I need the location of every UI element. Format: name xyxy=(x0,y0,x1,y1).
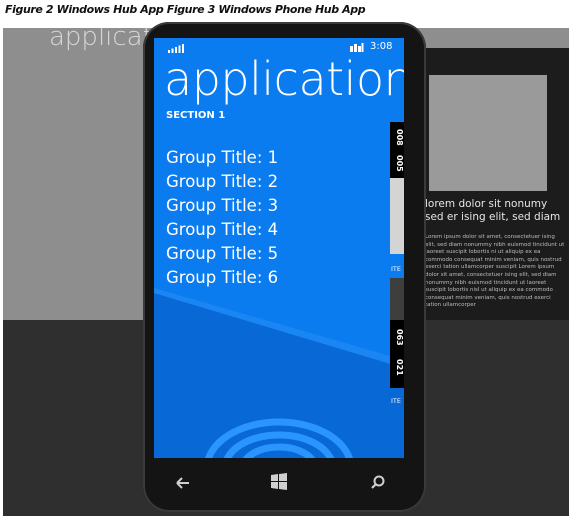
phone-nav-bar xyxy=(154,462,404,502)
start-button[interactable] xyxy=(266,470,292,494)
back-button[interactable] xyxy=(168,472,198,494)
group-title-item[interactable]: Group Title: 6 xyxy=(166,268,278,287)
search-button[interactable] xyxy=(366,472,390,494)
next-section-peek[interactable]: 008 005 ITE 063 021 xyxy=(390,122,404,390)
peek-item-label: ITE xyxy=(391,397,401,405)
hub-item-image[interactable] xyxy=(429,75,547,191)
hub-item-description: Lorem ipsum dolor sit amet, consectetuer… xyxy=(425,234,565,309)
peek-number: 008 xyxy=(395,128,404,146)
peek-number: 021 xyxy=(395,358,404,376)
group-title-item[interactable]: Group Title: 2 xyxy=(166,172,278,191)
group-title-item[interactable]: Group Title: 4 xyxy=(166,220,278,239)
peek-tile-light xyxy=(390,178,404,254)
peek-tile-gray xyxy=(390,278,404,320)
peek-number: 005 xyxy=(395,154,404,172)
hub-item-subtitle: lorem dolor sit nonumy sed er ising elit… xyxy=(425,198,561,223)
wifi-icon xyxy=(350,43,364,52)
group-title-item[interactable]: Group Title: 5 xyxy=(166,244,278,263)
section-header[interactable]: SECTION 1 xyxy=(166,110,225,121)
figure-caption: Figure 2 Windows Hub App Figure 3 Window… xyxy=(5,3,366,16)
status-clock: 3:08 xyxy=(370,41,393,52)
phone-screen: 3:08 application n SECTION 1 Group Title… xyxy=(154,38,404,458)
ripple-decoration xyxy=(205,418,353,458)
back-arrow-icon xyxy=(176,477,189,489)
peek-item-label: ITE xyxy=(391,265,401,273)
peek-number: 063 xyxy=(395,328,404,346)
group-title-item[interactable]: Group Title: 1 xyxy=(166,148,278,167)
phone-app-title: application n xyxy=(164,52,404,106)
group-title-item[interactable]: Group Title: 3 xyxy=(166,196,278,215)
search-icon xyxy=(371,475,385,489)
windows-start-icon xyxy=(271,473,287,490)
